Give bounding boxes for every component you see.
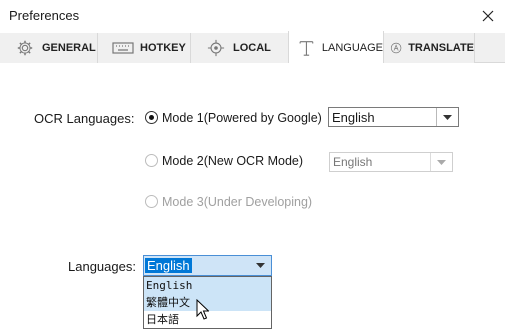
gear-icon (14, 39, 36, 57)
mode1-language-select[interactable]: English (328, 107, 459, 127)
languages-select[interactable]: English (143, 255, 272, 276)
tab-translate-label: TRANSLATE (408, 42, 474, 54)
mode2-radio[interactable] (145, 154, 158, 167)
tab-bar: GENERAL HOTKEY LOCAL LANGUAGE TRANSLATE (0, 31, 505, 64)
window-title: Preferences (9, 8, 80, 23)
ocr-languages-label: OCR Languages: (34, 111, 135, 126)
title-bar: Preferences (0, 0, 505, 32)
mode1-radio[interactable] (145, 111, 158, 124)
chevron-down-icon (436, 108, 458, 126)
languages-label: Languages: (68, 259, 136, 274)
mode1-language-value: English (332, 110, 375, 125)
keyboard-icon (112, 39, 134, 57)
close-icon (482, 10, 494, 22)
dropdown-option[interactable]: English (144, 277, 271, 294)
mouse-cursor-icon (196, 299, 209, 320)
mode1-label[interactable]: Mode 1(Powered by Google) (162, 111, 322, 125)
mode2-language-value: English (333, 155, 373, 169)
tab-language-label: LANGUAGE (321, 41, 383, 54)
tab-local[interactable]: LOCAL (191, 33, 289, 63)
translate-icon (390, 39, 402, 57)
tab-local-label: LOCAL (233, 42, 271, 54)
tab-general[interactable]: GENERAL (0, 33, 98, 63)
target-icon (205, 39, 227, 57)
mode2-label[interactable]: Mode 2(New OCR Mode) (162, 154, 303, 168)
close-button[interactable] (471, 0, 505, 32)
tab-translate[interactable]: TRANSLATE (384, 33, 475, 63)
tab-general-label: GENERAL (42, 42, 96, 54)
mode3-label: Mode 3(Under Developing) (162, 195, 313, 209)
text-icon (297, 39, 316, 57)
languages-select-value: English (145, 258, 192, 273)
chevron-down-icon (249, 256, 271, 275)
mode2-language-select[interactable]: English (329, 152, 453, 172)
tab-language[interactable]: LANGUAGE (288, 31, 384, 64)
chevron-down-icon (430, 153, 452, 171)
mode3-radio[interactable] (145, 195, 158, 208)
tab-hotkey[interactable]: HOTKEY (98, 33, 191, 63)
tab-hotkey-label: HOTKEY (140, 42, 186, 54)
